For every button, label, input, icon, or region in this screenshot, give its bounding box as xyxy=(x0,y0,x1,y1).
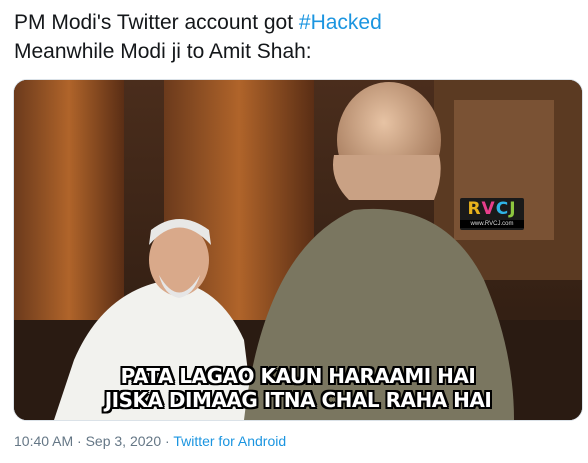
watermark-logo-text: RVCJ xyxy=(467,199,517,219)
tweet-text-prefix: PM Modi's Twitter account got xyxy=(14,11,299,34)
hashtag-link[interactable]: #Hacked xyxy=(299,11,382,34)
curtain-left xyxy=(14,80,124,330)
meme-caption: PATA LAGAO KAUN HARAAMI HAI JISKA DIMAAG… xyxy=(14,364,582,412)
tweet-timestamp[interactable]: 10:40 AM · Sep 3, 2020 xyxy=(14,433,161,449)
meta-separator: · xyxy=(161,433,174,449)
tweet-meta: 10:40 AM · Sep 3, 2020 · Twitter for And… xyxy=(14,433,286,449)
tweet-text-line-2: Meanwhile Modi ji to Amit Shah: xyxy=(14,40,312,63)
meme-caption-line-2: JISKA DIMAAG ITNA CHAL RAHA HAI xyxy=(104,388,492,412)
meme-caption-line-1: PATA LAGAO KAUN HARAAMI HAI xyxy=(120,364,476,388)
watermark-logo: RVCJ www.RVCJ.com xyxy=(460,198,524,230)
tweet-text-line-1: PM Modi's Twitter account got #Hacked xyxy=(14,8,574,37)
tweet-text: PM Modi's Twitter account got #Hacked Me… xyxy=(14,8,574,66)
tweet-source-link[interactable]: Twitter for Android xyxy=(173,433,286,449)
watermark-url: www.RVCJ.com xyxy=(460,220,524,228)
tweet-media-image[interactable]: RVCJ www.RVCJ.com PATA LAGAO KAUN HARAAM… xyxy=(13,79,583,421)
